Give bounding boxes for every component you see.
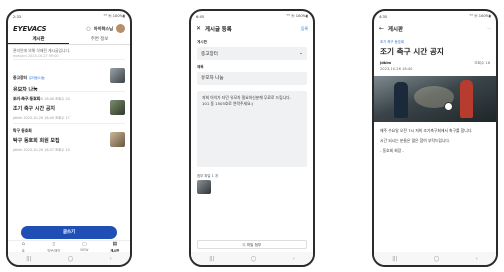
nav-view[interactable]: ▢ VIEW xyxy=(69,241,100,252)
status-indicators: ⁵ᴳ ⓦ 100%▮ xyxy=(469,14,491,18)
nav-board[interactable]: ▤ 게시판 xyxy=(100,241,131,253)
title-input[interactable]: 유모차 나눔 xyxy=(197,72,307,85)
avatar[interactable] xyxy=(116,24,125,33)
system-nav: ||| ◯ ‹ xyxy=(191,252,313,265)
home-button[interactable]: ◯ xyxy=(251,256,257,262)
post-image[interactable] xyxy=(374,76,496,122)
board-select[interactable]: 중고장터 ⌄ xyxy=(197,47,307,60)
post-thumbnail xyxy=(110,100,125,115)
post-body-paragraph: 매주 수요일 오전 7시 저희 조기축구회에서 축구를 합니다. xyxy=(380,128,473,133)
status-bar: 4:35 ⁵ᴳ ⓦ 100%▮ xyxy=(374,11,496,22)
post-body-paragraph: - 동호회 회장 - xyxy=(380,148,404,153)
list-item[interactable]: 조기 축구 동호회 조기 축구 시간 공지 jdkim 2023-10-26 1… xyxy=(13,91,125,123)
post-board: 조기 축구 동호회 xyxy=(13,96,41,101)
author-row: jdkim 조회수 18 xyxy=(380,61,490,66)
page-title: 게시판 xyxy=(388,26,403,33)
status-time: 4:35 xyxy=(379,14,388,19)
board-label: 게시판 xyxy=(197,40,207,44)
post-body: 매주 수요일 오전 7시 저희 조기축구회에서 축구를 합니다. 시간 되시는 … xyxy=(380,128,490,154)
home-button[interactable]: ◯ xyxy=(434,256,440,262)
player-figure xyxy=(460,80,473,118)
soccer-ball xyxy=(444,102,453,111)
post-board: 중고장터 xyxy=(13,75,27,80)
post-tag: 유아동/나눔 xyxy=(28,76,45,80)
post-views: 조회수 18 xyxy=(474,61,490,65)
page-title: 게시글 등록 xyxy=(205,26,232,33)
top-bar: ← 게시판 ⋯ xyxy=(374,22,496,35)
write-button[interactable]: 글쓰기 xyxy=(21,226,117,239)
user-name: 아이락스님 xyxy=(93,25,113,31)
status-time: 2:33 xyxy=(13,14,22,19)
system-nav: ||| ◯ ‹ xyxy=(374,252,496,265)
post-title: 탁구 동호회 회원 모집 xyxy=(13,138,60,144)
nav-visit[interactable]: ▯ 방문/예약 xyxy=(39,241,70,253)
post-title: 조기 축구 시간 공지 xyxy=(13,106,56,112)
bottom-nav: ⌂ 홈 ▯ 방문/예약 ▢ VIEW ▤ 게시판 xyxy=(8,240,131,253)
recents-button[interactable]: ||| xyxy=(392,256,397,262)
status-bar: 2:33 ⁵ᴳ ⓦ 100%▮ xyxy=(8,11,130,22)
app-header: EYEVACS ○ 아이락스님 xyxy=(8,22,130,35)
title-label: 제목 xyxy=(197,65,204,69)
back-button[interactable]: ‹ xyxy=(110,256,112,262)
app-logo: EYEVACS xyxy=(13,24,47,33)
top-bar: ✕ 게시글 등록 등록 xyxy=(191,22,313,35)
close-icon[interactable]: ✕ xyxy=(196,25,201,32)
attachment-thumbnail[interactable] xyxy=(197,180,211,194)
content-textarea[interactable]: 저희 아이가 타던 유모차 필요하신분께 무료로 드립니다. 101 동 150… xyxy=(197,91,307,167)
post-thumbnail xyxy=(110,68,125,83)
search-icon[interactable]: ○ xyxy=(86,26,90,32)
player-figure xyxy=(394,82,408,118)
attach-file-button[interactable]: ⎘ 파일 첨부 xyxy=(197,240,307,249)
post-thumbnail xyxy=(110,132,125,147)
recents-button[interactable]: ||| xyxy=(26,256,31,262)
status-indicators: ⁵ᴳ ⓦ 100%▮ xyxy=(103,14,125,18)
home-button[interactable]: ◯ xyxy=(68,256,74,262)
tab-nearby-info[interactable]: 주변 정보 xyxy=(69,35,130,44)
chevron-down-icon: ⌄ xyxy=(299,51,303,56)
back-button[interactable]: ‹ xyxy=(293,256,295,262)
post-date: 2023-10-26 18:40 xyxy=(380,67,413,71)
phone-board-list: 2:33 ⁵ᴳ ⓦ 100%▮ EYEVACS ○ 아이락스님 게시판 주변 정… xyxy=(6,9,132,267)
home-icon: ⌂ xyxy=(21,242,25,247)
post-body-paragraph: 시간 되시는 분들은 많은 참여 부탁드립니다. xyxy=(380,138,451,143)
tab-bar: 게시판 주변 정보 xyxy=(8,35,130,45)
post-author: jdkim xyxy=(380,61,392,65)
more-icon[interactable]: ⋯ xyxy=(487,26,491,31)
board-select-value: 중고장터 xyxy=(201,51,218,57)
list-item[interactable]: 탁구 동호회 탁구 동호회 회원 모집 jdkim 2023-10-26 18:… xyxy=(13,123,125,155)
post-meta: jdkim 2023-10-26 18:37 조회수 10 xyxy=(13,148,70,152)
phone-post-detail: 4:35 ⁵ᴳ ⓦ 100%▮ ← 게시판 ⋯ 조기 축구 동호회 조기 축구 … xyxy=(372,9,498,267)
tab-board[interactable]: 게시판 xyxy=(8,35,69,44)
recents-button[interactable]: ||| xyxy=(209,256,214,262)
status-bar: 6:45 ⁵ᴳ ⓦ 100%▮ xyxy=(191,11,313,22)
deleted-post-notice[interactable]: 관리인에 의해 삭제된 게시글입니다. eyevacs 2023-10-27 0… xyxy=(13,48,125,59)
back-button[interactable]: ‹ xyxy=(476,256,478,262)
back-arrow-icon[interactable]: ← xyxy=(379,25,384,32)
post-meta: jdkim 2023-10-26 18:40 조회수 17 xyxy=(13,116,70,120)
phone-icon: ▯ xyxy=(52,242,56,247)
attachment-count: 첨부 파일 1 개 xyxy=(197,174,218,178)
post-title: 조기 축구 시간 공지 xyxy=(380,47,444,56)
system-nav: ||| ◯ ‹ xyxy=(8,252,130,265)
list-item[interactable]: 중고장터 유아동/나눔 유모차 나눔 jdkim 2023-10-26 18:46… xyxy=(13,59,125,101)
status-time: 6:45 xyxy=(196,14,205,19)
board-icon: ▤ xyxy=(112,242,118,247)
post-board: 탁구 동호회 xyxy=(13,128,32,133)
phone-post-register: 6:45 ⁵ᴳ ⓦ 100%▮ ✕ 게시글 등록 등록 게시판 중고장터 ⌄ 제… xyxy=(189,9,315,267)
post-board: 조기 축구 동호회 xyxy=(380,40,404,44)
nav-home[interactable]: ⌂ 홈 xyxy=(8,241,39,253)
attachment-list xyxy=(197,180,307,194)
register-button[interactable]: 등록 xyxy=(301,26,308,32)
status-indicators: ⁵ᴳ ⓦ 100%▮ xyxy=(286,14,308,18)
